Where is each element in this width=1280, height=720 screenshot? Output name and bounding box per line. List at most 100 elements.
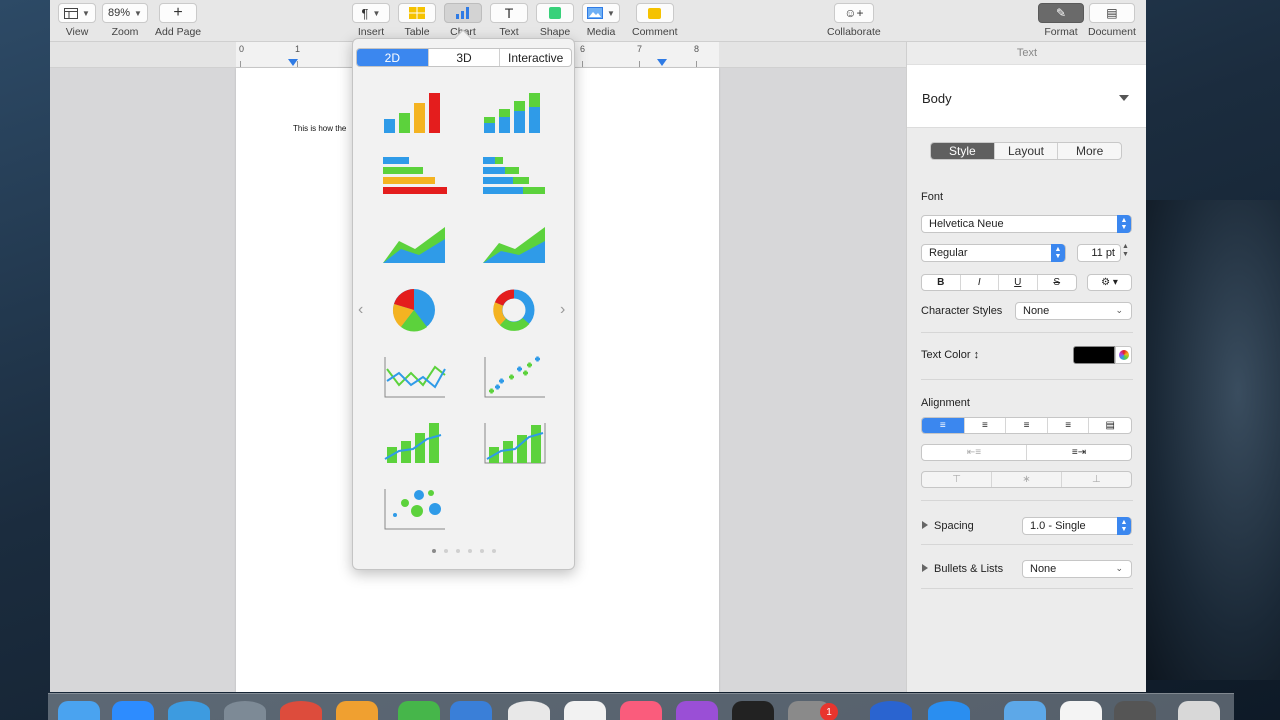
mixed-chart-option[interactable] (379, 417, 449, 467)
document-thumbnail-icon[interactable] (1060, 701, 1102, 720)
comment-button[interactable] (635, 3, 674, 23)
font-family-select[interactable]: Helvetica Neue ▲ ▼ (921, 215, 1132, 233)
align-right-icon[interactable]: ≡ (1006, 418, 1048, 433)
color-wheel-button[interactable] (1115, 346, 1132, 364)
media-button[interactable]: ▼ (582, 3, 620, 23)
stacked-column-chart-option[interactable] (479, 87, 549, 137)
tab-interactive[interactable]: Interactive (500, 49, 571, 66)
paragraph-style-selector[interactable]: Body (907, 64, 1146, 128)
stacked-bar-chart-option[interactable] (479, 153, 549, 203)
trash-icon[interactable] (1178, 701, 1220, 720)
slack-icon[interactable] (508, 701, 550, 720)
app-store-icon[interactable] (928, 701, 970, 720)
area-chart-option[interactable] (379, 219, 449, 269)
chart-button[interactable] (444, 3, 482, 23)
disclosure-triangle-icon[interactable] (922, 564, 928, 572)
shape-button[interactable] (536, 3, 574, 23)
next-page-arrow[interactable]: › (560, 301, 565, 319)
view-control[interactable]: ▼ View (58, 3, 96, 38)
align-justify-icon[interactable]: ≡ (1048, 418, 1090, 433)
line-chart-option[interactable] (379, 351, 449, 401)
zoom-button[interactable]: 89% ▼ (102, 3, 148, 23)
music-icon[interactable] (620, 701, 662, 720)
safari-icon[interactable] (168, 701, 210, 720)
donut-chart-option[interactable] (479, 285, 549, 335)
italic-button[interactable]: I (961, 275, 999, 290)
font-size-field[interactable]: 11 pt (1077, 244, 1121, 262)
bar-chart-option[interactable] (379, 153, 449, 203)
numbers-app-icon[interactable] (398, 701, 440, 720)
disclosure-triangle-icon[interactable] (922, 521, 928, 529)
folder-icon[interactable] (1004, 701, 1046, 720)
table-control[interactable]: Table (398, 3, 436, 38)
reminders-icon[interactable] (564, 701, 606, 720)
insert-button[interactable]: ¶ ▼ (352, 3, 390, 23)
bubble-chart-option[interactable] (379, 483, 449, 533)
scatter-chart-option[interactable] (479, 351, 549, 401)
chrome-icon[interactable] (280, 701, 322, 720)
align-middle-icon[interactable]: ∗ (992, 472, 1062, 487)
text-color-well[interactable] (1073, 346, 1115, 364)
font-size-stepper[interactable]: ▲ ▼ (1122, 243, 1129, 259)
page-dot[interactable] (443, 549, 448, 553)
table-button[interactable] (398, 3, 436, 23)
tab-style[interactable]: Style (931, 143, 995, 159)
left-indent-marker[interactable] (288, 59, 298, 66)
document-control[interactable]: ▤ Document (1088, 3, 1136, 38)
document-button[interactable]: ▤ (1088, 3, 1135, 23)
podcasts-icon[interactable] (676, 701, 718, 720)
align-top-icon[interactable]: ⊤ (922, 472, 993, 487)
pie-chart-option[interactable] (379, 285, 449, 335)
column-chart-option[interactable] (379, 87, 449, 137)
align-bottom-icon[interactable]: ⊥ (1062, 472, 1131, 487)
strikethrough-button[interactable]: S (1038, 275, 1076, 290)
insert-control[interactable]: ¶ ▼ Insert (352, 3, 390, 38)
two-axis-chart-option[interactable] (479, 417, 549, 467)
format-control[interactable]: ✎ Format (1038, 3, 1084, 38)
finder-icon[interactable] (58, 701, 100, 720)
font-style-select[interactable]: Regular ▲ ▼ (921, 244, 1066, 262)
add-page-control[interactable]: + Add Page (155, 3, 201, 38)
text-button[interactable]: T (490, 3, 528, 23)
body-text[interactable]: This is how the (293, 124, 346, 133)
app-icon[interactable] (870, 701, 912, 720)
decrease-indent-icon[interactable]: ⇤≡ (922, 445, 1027, 460)
collaborate-control[interactable]: ☺+ Collaborate (827, 3, 881, 38)
page-dot[interactable] (431, 549, 436, 553)
page-dot[interactable] (455, 549, 460, 553)
underline-button[interactable]: U (999, 275, 1038, 290)
align-center-icon[interactable]: ≡ (965, 418, 1007, 433)
tab-more[interactable]: More (1058, 143, 1121, 159)
tab-3d[interactable]: 3D (429, 49, 501, 66)
media-control[interactable]: ▼ Media (582, 3, 620, 38)
character-styles-select[interactable]: None ⌄ (1015, 302, 1132, 320)
stacked-area-chart-option[interactable] (479, 219, 549, 269)
text-options-menu[interactable]: ⚙ ▾ (1087, 274, 1132, 291)
spacing-select[interactable]: 1.0 - Single ▲ ▼ (1022, 517, 1132, 535)
text-direction-icon[interactable]: ▤ (1089, 418, 1131, 433)
shape-control[interactable]: Shape (536, 3, 574, 38)
page-dot[interactable] (467, 549, 472, 553)
zoom-app-icon[interactable] (112, 701, 154, 720)
tv-icon[interactable] (732, 701, 774, 720)
launchpad-icon[interactable] (224, 701, 266, 720)
increase-indent-icon[interactable]: ≡⇥ (1027, 445, 1131, 460)
previous-page-arrow[interactable]: ‹ (358, 301, 363, 319)
pages-app-icon[interactable] (336, 701, 378, 720)
align-left-icon[interactable]: ≡ (922, 418, 965, 433)
bullets-select[interactable]: None ⌄ (1022, 560, 1132, 578)
tab-2d[interactable]: 2D (357, 49, 429, 66)
right-indent-marker[interactable] (657, 59, 667, 66)
format-button[interactable]: ✎ (1038, 3, 1084, 23)
bold-button[interactable]: B (922, 275, 961, 290)
collaborate-button[interactable]: ☺+ (833, 3, 874, 23)
text-control[interactable]: T Text (490, 3, 528, 38)
tab-layout[interactable]: Layout (995, 143, 1059, 159)
page-dot[interactable] (479, 549, 484, 553)
zoom-control[interactable]: 89% ▼ Zoom (102, 3, 148, 38)
keynote-app-icon[interactable] (450, 701, 492, 720)
screenshot-thumbnail-icon[interactable] (1114, 701, 1156, 720)
add-page-button[interactable]: + (159, 3, 198, 23)
view-button[interactable]: ▼ (58, 3, 96, 23)
page-dot[interactable] (491, 549, 496, 553)
